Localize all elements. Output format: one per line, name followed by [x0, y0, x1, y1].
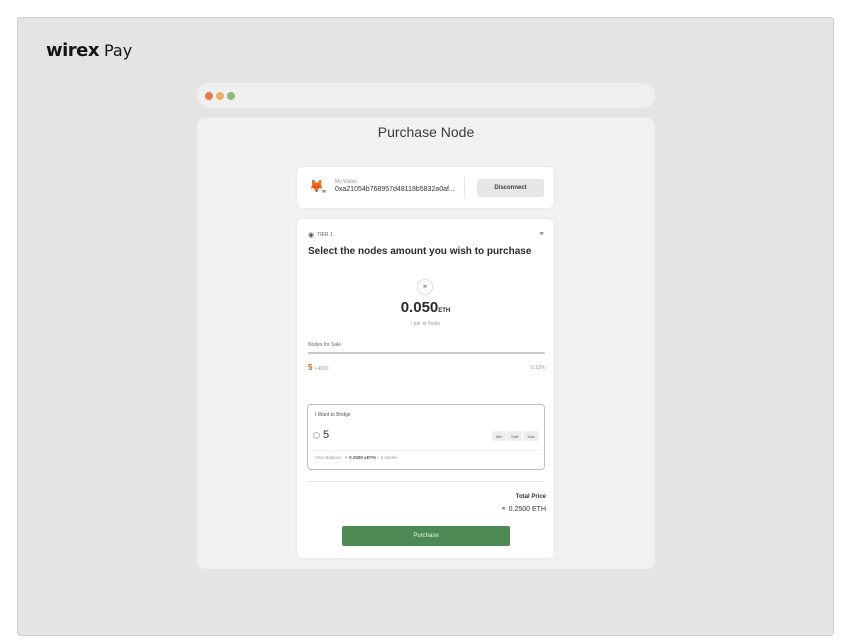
total-divider: [308, 481, 545, 482]
tier-badge: ◉ TIER 1: [308, 231, 333, 239]
brand-logo: wirex: [46, 40, 100, 61]
balance-line: Your Balance ⚭ 0.2500 vETH ≈ 5 Nodes: [315, 455, 397, 461]
nodes-for-sale-label: Nodes for Sale: [308, 342, 342, 348]
tier-label: TIER 1: [317, 232, 333, 238]
balance-suffix: ≈ 5 Nodes: [376, 455, 398, 460]
purchase-card: ◉ TIER 1 ⚭ Select the nodes amount you w…: [297, 219, 554, 558]
app-window: Purchase Node 🦊 ⚭ My Wallet 0xa21054b768…: [197, 118, 655, 569]
brand-pay: Pay: [104, 41, 133, 60]
sold-total: / 4000: [314, 366, 329, 372]
eth-icon: ⚭: [500, 506, 507, 513]
price-value: 0.050: [400, 299, 439, 316]
link-chain-icon: ⚭: [321, 189, 327, 196]
card-heading: Select the nodes amount you wish to purc…: [308, 246, 532, 257]
half-button[interactable]: Half: [507, 431, 523, 441]
page-title: Purchase Node: [377, 124, 475, 140]
nodes-sold: 5 / 4000: [308, 363, 329, 372]
disconnect-button[interactable]: Disconnect: [477, 179, 544, 197]
per-node-label: / per ⚙ Node: [410, 321, 441, 327]
link-icon[interactable]: ⚭: [538, 229, 545, 238]
balance-value: 0.2500 vETH: [349, 455, 376, 460]
node-cube-icon: ⬡: [313, 431, 320, 440]
total-price: ⚭ 0.2500 ETH: [501, 505, 546, 513]
wallet-address: 0xa21054b768957d48118b5832a0af...: [335, 186, 455, 193]
wallet-card: 🦊 ⚭ My Wallet 0xa21054b768957d48118b5832…: [297, 167, 554, 208]
quantity-input[interactable]: [323, 427, 383, 442]
sold-count: 5: [308, 363, 313, 372]
wallet-divider: [464, 177, 465, 198]
bridge-label: I Want to Bridge: [315, 412, 351, 418]
min-button[interactable]: Min: [491, 431, 507, 441]
total-price-value: 0.2500 ETH: [508, 506, 546, 513]
tier-icon: ◉: [308, 232, 315, 239]
bridge-divider: [312, 450, 540, 451]
browser-bar: [197, 83, 655, 108]
price-unit: ETH: [438, 308, 451, 314]
wallet-label: My Wallet: [335, 179, 357, 185]
max-button[interactable]: Max: [523, 431, 539, 441]
bridge-input-box: I Want to Bridge ⬡ Min Half Max Your Bal…: [307, 404, 545, 470]
eth-icon: ⚭: [417, 279, 433, 295]
quantity-presets: Min Half Max: [491, 431, 539, 441]
minimize-dot[interactable]: [216, 91, 224, 100]
sold-percent: 0.13%: [530, 365, 545, 371]
close-dot[interactable]: [205, 91, 213, 100]
sale-progress-fill: [308, 352, 545, 354]
sale-progress-bar: [308, 352, 545, 354]
node-price: 0.050ETH: [297, 299, 554, 317]
brand: wirex Pay: [46, 40, 132, 61]
total-price-label: Total Price: [515, 494, 546, 500]
eth-icon: ⚭: [344, 455, 348, 460]
purchase-button[interactable]: Purchase: [342, 526, 510, 546]
balance-label: Your Balance: [315, 455, 342, 460]
maximize-dot[interactable]: [227, 91, 235, 100]
